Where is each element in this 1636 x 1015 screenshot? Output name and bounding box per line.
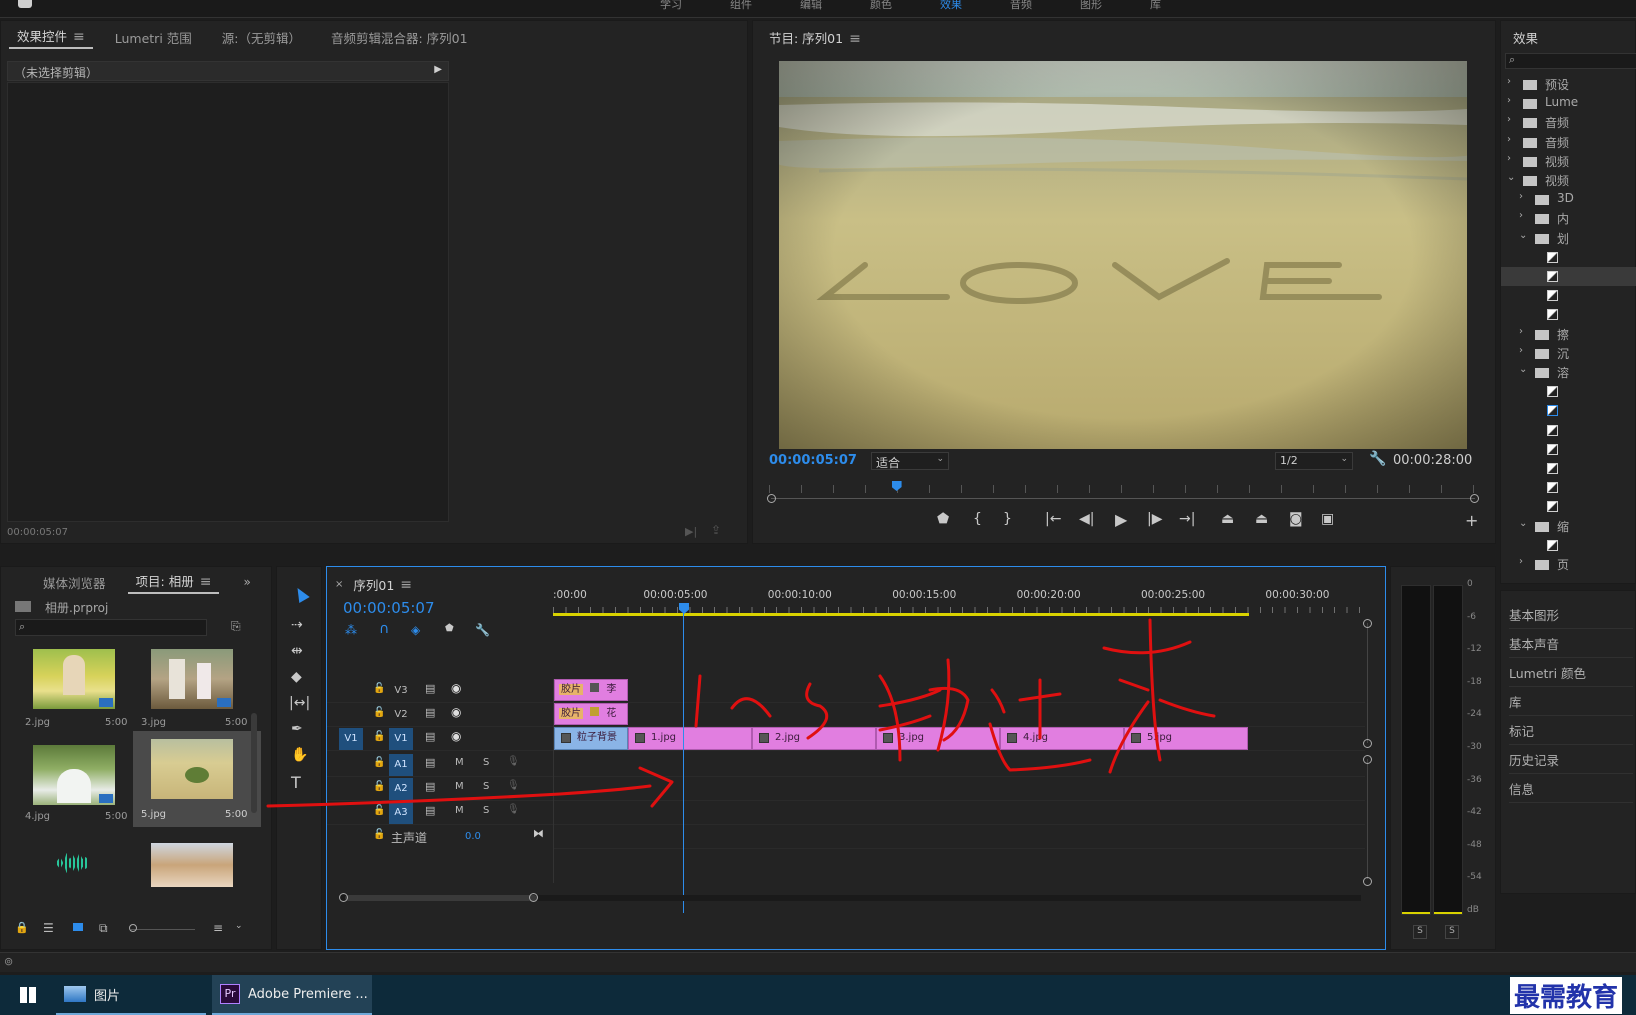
taskbar: 图片 Pr Adobe Premiere ... 最需教育 <box>0 975 1636 1015</box>
windows-logo-icon <box>20 987 36 1003</box>
photos-label: 图片 <box>94 988 121 1004</box>
taskbar-photos[interactable]: 图片 <box>56 975 206 1015</box>
start-button[interactable] <box>8 975 48 1015</box>
premiere-label: Adobe Premiere ... <box>248 986 368 1002</box>
photos-icon <box>64 986 86 1002</box>
taskbar-premiere[interactable]: Pr Adobe Premiere ... <box>212 975 372 1015</box>
hand-annotation <box>266 618 1216 808</box>
premiere-icon: Pr <box>220 984 240 1004</box>
watermark-logo: 最需教育 <box>1510 977 1623 1014</box>
